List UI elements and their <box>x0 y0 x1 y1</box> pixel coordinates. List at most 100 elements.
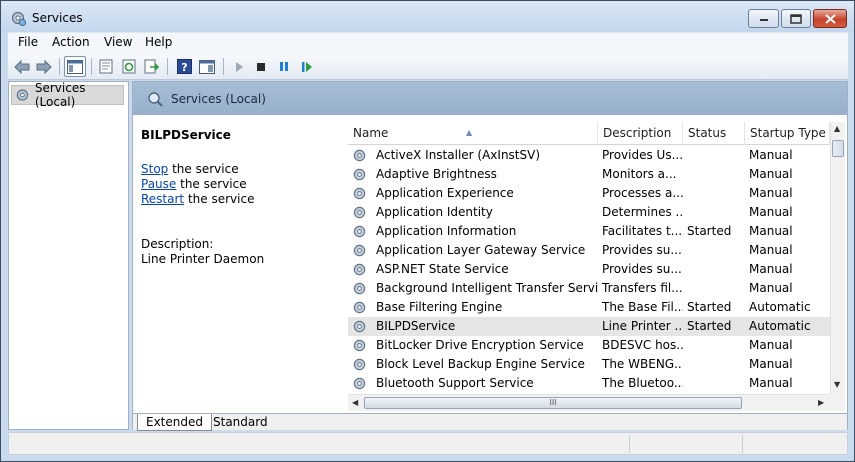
cell-startup: Manual <box>749 281 793 295</box>
cell-startup: Manual <box>749 148 793 162</box>
stop-service-icon <box>257 62 265 71</box>
table-row[interactable]: Bluetooth Support Service The Bluetoo... M… <box>348 374 830 393</box>
action-stop-text: the service <box>168 162 239 176</box>
toolbar-separator <box>91 58 92 75</box>
table-row[interactable]: BitLocker Drive Encryption Service BDESVC… <box>348 336 830 355</box>
services-gear-icon <box>11 11 26 26</box>
forward-button[interactable] <box>33 56 55 77</box>
cell-name: BitLocker Drive Encryption Service <box>376 338 584 352</box>
cell-name: Base Filtering Engine <box>376 300 503 314</box>
cell-description: Provides Us... <box>602 148 683 162</box>
cell-description: Facilitates t... <box>602 224 683 238</box>
scroll-down-icon[interactable]: ▼ <box>834 380 840 389</box>
service-gear-icon <box>353 244 366 257</box>
status-divider <box>742 435 743 453</box>
properties-icon <box>99 59 113 74</box>
service-gear-icon <box>353 339 366 352</box>
service-gear-icon <box>353 149 366 162</box>
close-button[interactable] <box>813 9 847 28</box>
menu-action[interactable]: Action <box>52 35 90 49</box>
action-pause-text: the service <box>176 177 247 191</box>
tab-extended[interactable]: Extended <box>137 414 212 431</box>
service-gear-icon <box>353 225 366 238</box>
cell-startup: Manual <box>749 224 793 238</box>
forward-icon <box>36 59 52 74</box>
export-list-button[interactable] <box>141 56 163 77</box>
show-hide-action-pane-icon <box>199 59 215 74</box>
service-gear-icon <box>353 206 366 219</box>
cell-name: Adaptive Brightness <box>376 167 497 181</box>
service-gear-icon <box>353 187 366 200</box>
cell-name: Bluetooth Support Service <box>376 376 534 390</box>
table-row[interactable]: ActiveX Installer (AxInstSV) Provides Us.… <box>348 146 830 165</box>
tree-item-services-local[interactable]: Services (Local) <box>11 81 124 109</box>
show-hide-action-pane-button[interactable] <box>196 56 218 77</box>
back-icon <box>14 59 30 74</box>
table-row[interactable]: Adaptive Brightness Monitors a... Manual <box>348 165 830 184</box>
scroll-left-icon[interactable]: ◀ <box>352 398 358 407</box>
minimize-icon <box>759 18 768 21</box>
cell-description: Processes a... <box>602 186 683 200</box>
refresh-button[interactable] <box>118 56 140 77</box>
cell-name: Block Level Backup Engine Service <box>376 357 585 371</box>
horizontal-scroll-thumb[interactable]: III <box>364 397 742 409</box>
cell-startup: Manual <box>749 338 793 352</box>
menu-file[interactable]: File <box>18 35 38 49</box>
minimize-button[interactable] <box>748 9 779 28</box>
table-row[interactable]: Background Intelligent Transfer Service T… <box>348 279 830 298</box>
cell-startup: Manual <box>749 357 793 371</box>
title-bar[interactable]: Services <box>1 1 854 32</box>
menu-bar: File Action View Help <box>8 32 848 53</box>
table-row[interactable]: Base Filtering Engine The Base Fil... Star… <box>348 298 830 317</box>
maximize-button[interactable] <box>781 9 811 28</box>
menu-view[interactable]: View <box>104 35 132 49</box>
restart-link[interactable]: Restart <box>141 192 184 206</box>
cell-startup: Manual <box>749 243 793 257</box>
show-hide-console-tree-button[interactable] <box>64 56 86 77</box>
vertical-scroll-thumb[interactable] <box>832 140 844 157</box>
tab-standard[interactable]: Standard <box>205 414 276 431</box>
help-icon: ? <box>176 59 192 74</box>
pause-link[interactable]: Pause <box>141 177 176 191</box>
cell-status <box>683 260 745 279</box>
horizontal-scrollbar[interactable]: ◀ III ▶ <box>348 394 830 411</box>
table-row[interactable]: Application Layer Gateway Service Provide… <box>348 241 830 260</box>
table-row[interactable]: Application Experience Processes a... Manu… <box>348 184 830 203</box>
restart-service-button[interactable] <box>296 56 318 77</box>
services-pane: Services (Local) BILPDService Stop the s… <box>132 81 848 431</box>
stop-service-button[interactable] <box>250 56 272 77</box>
cell-name: BILPDService <box>376 319 456 333</box>
cell-description: Monitors a... <box>602 167 677 181</box>
cell-startup: Automatic <box>749 300 811 314</box>
column-header-status[interactable]: Status <box>683 122 745 145</box>
cell-name: Application Experience <box>376 186 514 200</box>
view-tabs: Extended Standard <box>133 413 847 431</box>
table-row[interactable]: Block Level Backup Engine Service The WBE… <box>348 355 830 374</box>
cell-startup: Manual <box>749 205 793 219</box>
scroll-up-icon[interactable]: ▲ <box>834 124 840 133</box>
column-header-name[interactable]: Name ▲ <box>348 122 598 145</box>
stop-link[interactable]: Stop <box>141 162 168 176</box>
scroll-right-icon[interactable]: ▶ <box>818 398 824 407</box>
table-row[interactable]: ASP.NET State Service Provides su... Manua… <box>348 260 830 279</box>
cell-status <box>683 184 745 203</box>
column-header-startup-type[interactable]: Startup Type <box>745 122 830 145</box>
cell-name: ActiveX Installer (AxInstSV) <box>376 148 541 162</box>
back-button[interactable] <box>11 56 33 77</box>
vertical-scrollbar[interactable]: ▲ ▼ <box>830 122 845 394</box>
properties-button[interactable] <box>95 56 117 77</box>
column-header-label: Status <box>688 126 727 140</box>
restart-service-icon <box>302 61 312 72</box>
cell-status <box>683 146 745 165</box>
table-row[interactable]: Application Information Facilitates t... S… <box>348 222 830 241</box>
status-divider <box>629 435 630 453</box>
table-row[interactable]: BILPDService Line Printer ... Started Autom… <box>348 317 830 336</box>
table-row[interactable]: Application Identity Determines ... Manual <box>348 203 830 222</box>
start-service-button[interactable] <box>228 56 250 77</box>
pause-service-button[interactable] <box>273 56 295 77</box>
column-header-description[interactable]: Description <box>598 122 683 145</box>
help-button[interactable]: ? <box>173 56 195 77</box>
cell-description: The Base Fil... <box>602 300 683 314</box>
action-stop: Stop the service <box>141 162 239 176</box>
menu-help[interactable]: Help <box>145 35 172 49</box>
